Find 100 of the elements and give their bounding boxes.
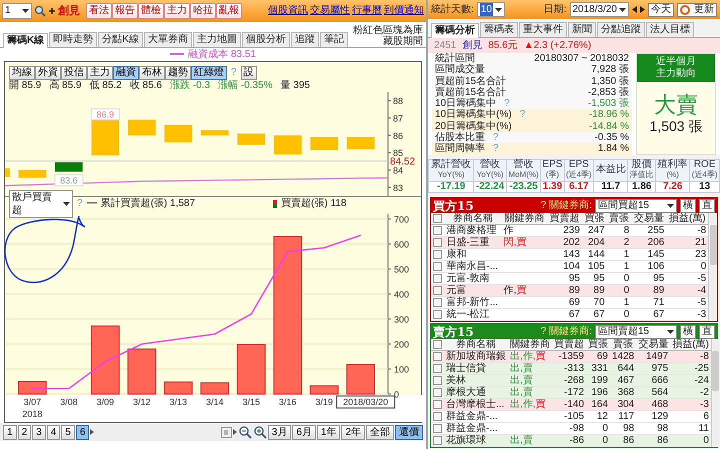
- toolbar-link[interactable]: 到價通知: [384, 5, 424, 17]
- table-row[interactable]: 瑞士信貸 出,賣 -313 331 644 975 -25: [431, 362, 711, 375]
- indicator-button[interactable]: 均線: [9, 66, 35, 80]
- indicator-button[interactable]: 主力: [87, 66, 113, 80]
- arrow-left-icon[interactable]: [632, 6, 637, 13]
- chart-tab[interactable]: 主力地圖: [192, 32, 241, 47]
- checkbox[interactable]: [433, 340, 442, 350]
- toolbar-button[interactable]: 報告: [112, 3, 138, 19]
- chart-tab[interactable]: 籌碼K線: [3, 33, 48, 48]
- table-row[interactable]: 台灣摩根士... 出,作,買 -140 164 304 468 -3: [431, 398, 711, 411]
- page-button[interactable]: 5: [61, 424, 75, 440]
- analysis-tab[interactable]: 新聞: [568, 22, 596, 37]
- table-row[interactable]: 華南永昌-... 104 105 1 106 0: [431, 260, 708, 273]
- scroll-handle-icon[interactable]: [220, 426, 232, 438]
- stock-code-field[interactable]: 1: [2, 3, 32, 19]
- analysis-tab[interactable]: 籌碼表: [480, 22, 518, 37]
- zoom-out-icon[interactable]: [238, 425, 252, 439]
- table-row[interactable]: 花旗環球 出,賣 -86 0 86 86 0: [431, 434, 711, 447]
- table-row[interactable]: 群益金鼎-... -105 12 117 129 6: [431, 410, 711, 423]
- page-button[interactable]: 2: [18, 424, 32, 440]
- checkbox[interactable]: [433, 226, 442, 236]
- table-row[interactable]: 新加坡商瑞銀 出,作,買 -1359 69 1428 1497 -8: [431, 350, 711, 363]
- refresh-button[interactable]: 更新: [677, 2, 717, 16]
- checkbox[interactable]: [433, 412, 442, 422]
- checkbox[interactable]: [433, 364, 442, 374]
- toolbar-button[interactable]: 看法: [86, 3, 112, 19]
- indicator-button[interactable]: 紅綠燈: [191, 66, 227, 80]
- table-row[interactable]: 美林 出,賣 -268 199 467 666 -24: [431, 374, 711, 387]
- filter-select[interactable]: 區間買超15: [595, 198, 677, 213]
- help-icon[interactable]: ?: [540, 200, 546, 212]
- table-row[interactable]: 日盛-三重 閃,買 202 204 2 206 21: [431, 236, 708, 249]
- today-button[interactable]: 今天: [648, 2, 674, 16]
- table-row[interactable]: 富邦-新竹... 69 70 1 71 -5: [431, 296, 708, 309]
- period-button[interactable]: 6月: [292, 424, 316, 440]
- filter-select[interactable]: 區間賣超15: [595, 324, 677, 339]
- help-icon[interactable]: ?: [540, 326, 546, 338]
- page-button[interactable]: 6: [76, 424, 90, 440]
- arrow-right-icon[interactable]: [90, 429, 94, 435]
- analysis-tab[interactable]: 重大事件: [519, 22, 567, 37]
- chart-tab[interactable]: 即時走勢: [49, 32, 98, 47]
- search-icon[interactable]: [34, 5, 46, 17]
- indicator-button[interactable]: 布林: [139, 66, 165, 80]
- layout-button[interactable]: 橫: [680, 198, 696, 213]
- plus-icon[interactable]: [48, 7, 56, 15]
- page-button[interactable]: 1: [3, 424, 17, 440]
- table-row[interactable]: 元富 作,買 89 89 0 89 -4: [431, 284, 708, 297]
- chart-tab[interactable]: 筆記: [320, 32, 348, 47]
- page-button[interactable]: 3: [32, 424, 46, 440]
- analysis-tab[interactable]: 分點追蹤: [597, 22, 645, 37]
- arrow-right-icon[interactable]: [640, 6, 645, 13]
- toolbar-link[interactable]: 交易屬性: [310, 5, 350, 17]
- checkbox[interactable]: [433, 400, 442, 410]
- axis-label: 86: [393, 130, 404, 141]
- toolbar-button[interactable]: 主力: [164, 3, 190, 19]
- toolbar-button[interactable]: 體檢: [138, 3, 164, 19]
- checkbox[interactable]: [433, 436, 442, 446]
- layout-button[interactable]: 直: [699, 324, 715, 339]
- checkbox[interactable]: [433, 376, 442, 386]
- layout-button[interactable]: 橫: [680, 324, 696, 339]
- period-button[interactable]: 3月: [268, 424, 292, 440]
- toolbar-link[interactable]: 行事曆: [352, 5, 382, 17]
- days-select[interactable]: 10: [476, 2, 505, 17]
- arrow-right-icon[interactable]: [232, 429, 237, 435]
- chart-tab[interactable]: 大單券商: [144, 32, 192, 47]
- checkbox[interactable]: [433, 298, 442, 308]
- toolbar-button[interactable]: 亂報: [216, 3, 242, 19]
- checkbox[interactable]: [433, 352, 442, 362]
- checkbox[interactable]: [433, 214, 442, 224]
- period-button[interactable]: 1年: [316, 424, 340, 440]
- checkbox[interactable]: [433, 388, 442, 398]
- zoom-in-icon[interactable]: [252, 425, 267, 439]
- checkbox[interactable]: [433, 286, 442, 296]
- indicator-button[interactable]: 趨勢: [165, 66, 191, 80]
- period-button[interactable]: 還價: [395, 424, 423, 440]
- analysis-tab[interactable]: 法人目標: [646, 22, 694, 37]
- indicator-select[interactable]: 散戶買賣超: [9, 190, 73, 218]
- table-row[interactable]: 摩根大通 出,賣 -172 196 368 564 -2: [431, 386, 711, 399]
- period-button[interactable]: 2年: [341, 424, 365, 440]
- toolbar-link[interactable]: 個股資訊: [268, 5, 308, 17]
- checkbox[interactable]: [433, 262, 442, 272]
- checkbox[interactable]: [433, 238, 442, 248]
- checkbox[interactable]: [433, 250, 442, 260]
- indicator-button[interactable]: 投信: [61, 66, 87, 80]
- date-field[interactable]: 2018/3/20: [570, 2, 629, 17]
- analysis-tab[interactable]: 籌碼分析: [431, 23, 479, 38]
- chart-tab[interactable]: 追蹤: [290, 32, 319, 47]
- toolbar-button[interactable]: 哈拉: [190, 3, 216, 19]
- checkbox[interactable]: [433, 274, 442, 284]
- indicator-button[interactable]: 外資: [35, 66, 61, 80]
- table-row[interactable]: 統一-松江 67 67 0 67 -3: [431, 308, 708, 321]
- checkbox[interactable]: [433, 310, 442, 320]
- indicator-button[interactable]: 融資: [113, 66, 139, 80]
- layout-button[interactable]: 直: [699, 198, 715, 213]
- checkbox[interactable]: [433, 424, 442, 434]
- chart-tab[interactable]: 分點K線: [98, 32, 143, 47]
- table-row[interactable]: 康和 143 144 1 145 23: [431, 248, 708, 261]
- chart-tab[interactable]: 個股分析: [242, 32, 290, 47]
- settings-button[interactable]: 設: [240, 66, 257, 80]
- page-button[interactable]: 4: [46, 424, 60, 440]
- period-button[interactable]: 全部: [366, 424, 394, 440]
